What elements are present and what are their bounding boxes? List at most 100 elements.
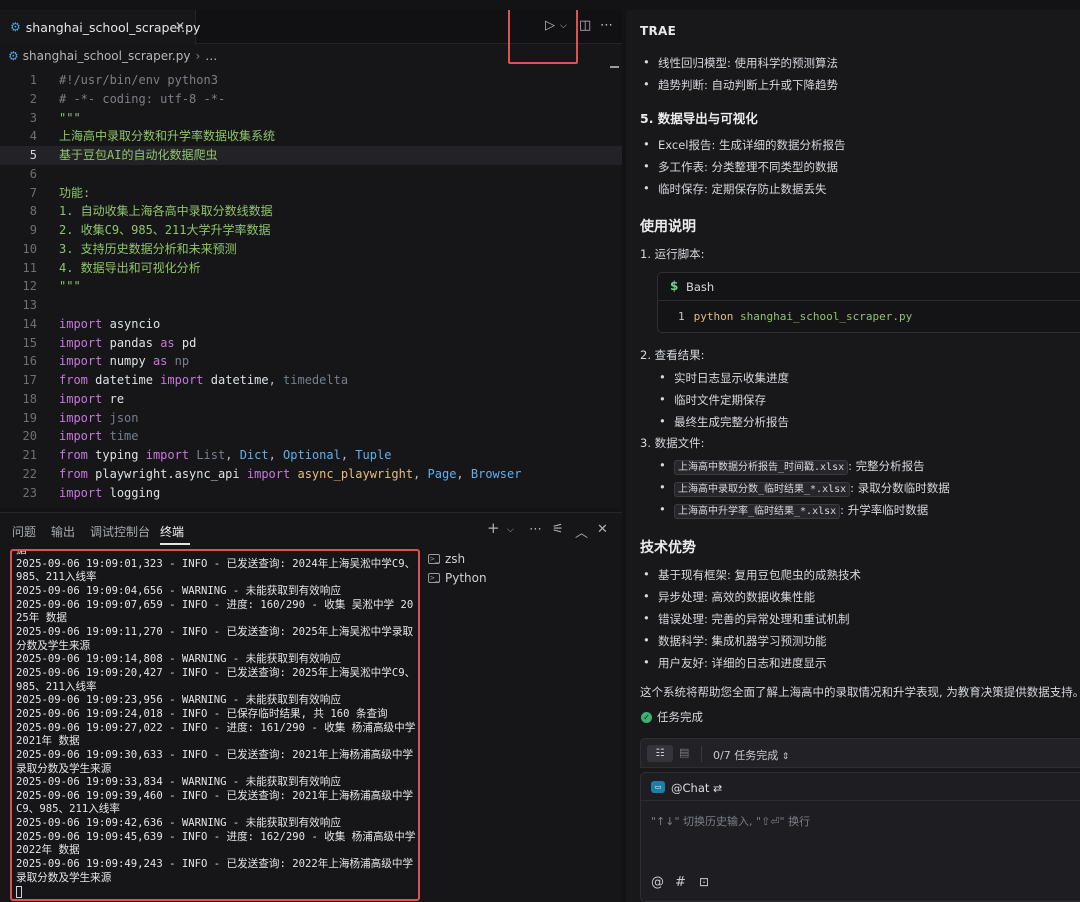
code-line[interactable]: 23 import logging — [0, 484, 622, 503]
chevron-down-icon[interactable]: ⌵ — [507, 525, 514, 535]
breadcrumb-file[interactable]: shanghai_school_scraper.py — [23, 49, 191, 63]
document-icon[interactable]: ▤ — [679, 746, 689, 759]
tab-terminal[interactable]: 终端 — [160, 523, 184, 540]
terminal-cursor — [16, 886, 22, 898]
python-file-icon: ⚙ — [10, 20, 21, 34]
log-line: 2025-09-06 19:09:20,427 - INFO - 已发送查询: … — [16, 666, 416, 693]
log-line: 2025-09-06 19:09:11,270 - INFO - 已发送查询: … — [16, 625, 414, 652]
code-text: import numpy as np — [59, 354, 190, 369]
divider — [701, 746, 702, 762]
code-text: 4. 数据导出和可视化分析 — [59, 260, 201, 275]
bullet-item: 多工作表: 分类整理不同类型的数据 — [643, 159, 838, 175]
breadcrumb-more[interactable]: … — [205, 49, 217, 63]
line-number: 22 — [22, 466, 37, 481]
tab-problems[interactable]: 问题 — [12, 523, 36, 540]
code-line[interactable]: 3 """ — [0, 109, 622, 128]
section-heading: 5. 数据导出与可视化 — [640, 111, 758, 126]
terminal-item-label: Python — [445, 570, 487, 585]
code-line[interactable]: 2 # -*- coding: utf-8 -*- — [0, 90, 622, 109]
chat-input-box[interactable]: ▭ @Chat ⇄ "↑↓" 切换历史输入, "⇧⏎" 换行 @ # ⊡ — [640, 772, 1080, 902]
terminal-icon: >_ — [428, 572, 440, 583]
code-block-language: Bash — [686, 280, 715, 294]
code-line[interactable]: 9 2. 收集C9、985、211大学升学率数据 — [0, 221, 622, 240]
terminal-icon: >_ — [428, 553, 440, 564]
line-number: 13 — [22, 298, 37, 312]
chat-mention[interactable]: @Chat ⇄ — [671, 781, 722, 795]
file-name-pill: 上海高中数据分析报告_时间戳.xlsx — [674, 460, 849, 475]
split-editor-icon[interactable]: ◫ — [579, 18, 591, 33]
section-heading: 技术优势 — [640, 540, 696, 556]
more-actions-icon[interactable]: ⋯ — [529, 522, 542, 537]
terminal-output[interactable]: 据 2025-09-06 19:09:01,323 - INFO - 已发送查询:… — [10, 549, 420, 901]
more-actions-icon[interactable]: ⋯ — [600, 18, 613, 33]
task-progress-toggle[interactable]: 0/7 任务完成 ⇕ — [713, 747, 789, 763]
run-button-highlight — [508, 10, 578, 64]
log-line: 2025-09-06 19:09:04,656 - WARNING - 未能获取… — [16, 584, 341, 597]
code-line[interactable]: 11 4. 数据导出和可视化分析 — [0, 259, 622, 278]
bullet-item: Excel报告: 生成详细的数据分析报告 — [643, 137, 845, 153]
code-line[interactable]: 8 1. 自动收集上海各高中录取分数线数据 — [0, 202, 622, 221]
code-line[interactable]: 19 import json — [0, 409, 622, 428]
code-text: 功能: — [59, 185, 91, 200]
maximize-panel-icon[interactable]: ︿ — [575, 522, 588, 541]
bullet-item: 临时文件定期保存 — [659, 392, 766, 408]
code-line[interactable]: 15 import pandas as pd — [0, 334, 622, 353]
terminal-item-zsh[interactable]: >_ zsh — [428, 549, 487, 568]
code-line[interactable]: 1 #!/usr/bin/env python3 — [0, 71, 622, 90]
code-area[interactable]: 1 #!/usr/bin/env python3 2 # -*- coding: ut… — [0, 71, 622, 502]
terminal-item-python[interactable]: >_ Python — [428, 568, 487, 587]
image-icon[interactable]: ⊡ — [699, 875, 709, 889]
code-line[interactable]: 17 from datetime import datetime, timedel… — [0, 371, 622, 390]
log-line: 2025-09-06 19:09:30,633 - INFO - 已发送查询: … — [16, 748, 414, 775]
code-text: 2. 收集C9、985、211大学升学率数据 — [59, 223, 271, 237]
code-line[interactable]: 22 from playwright.async_api import async… — [0, 465, 622, 484]
at-mention-icon[interactable]: @ — [651, 875, 664, 890]
code-line[interactable]: 16 import numpy as np — [0, 352, 622, 371]
minimap-marker — [610, 66, 619, 68]
log-line: 2025-09-06 19:09:33,834 - WARNING - 未能获取… — [16, 776, 341, 789]
panel-tabs: 问题 输出 调试控制台 终端 + ⌵ ⋯ ⚟ ︿ ✕ — [0, 513, 622, 547]
close-icon[interactable]: ✕ — [175, 19, 185, 33]
bullet-item: 基于现有框架: 复用豆包爬虫的成熟技术 — [643, 567, 861, 583]
code-line[interactable]: 14 import asyncio — [0, 315, 622, 334]
task-done-status: ✓ 任务完成 — [641, 709, 703, 725]
code-line[interactable]: 6 — [0, 165, 622, 184]
code-line[interactable]: 21 from typing import List, Dict, Optiona… — [0, 446, 622, 465]
expand-icon: ⇕ — [781, 752, 790, 762]
switch-icon[interactable]: ⇄ — [713, 782, 722, 795]
editor-tab[interactable]: ⚙ shanghai_school_scraper.py ✕ — [0, 10, 200, 44]
line-number: 12 — [22, 279, 37, 294]
tab-debug-console[interactable]: 调试控制台 — [90, 523, 150, 540]
code-text: import json — [59, 410, 139, 425]
close-panel-icon[interactable]: ✕ — [597, 522, 608, 537]
code-line[interactable]: 20 import time — [0, 427, 622, 446]
hashtag-icon[interactable]: # — [675, 875, 686, 890]
code-text: from playwright.async_api import async_p… — [59, 466, 522, 481]
code-line[interactable]: 13 — [0, 296, 622, 315]
code-block-header: $ Bash — [658, 273, 1080, 301]
bullet-item: 趋势判断: 自动判断上升或下降趋势 — [643, 77, 838, 93]
line-number: 14 — [22, 316, 37, 331]
code-line[interactable]: 4 上海高中录取分数和升学率数据收集系统 — [0, 127, 622, 146]
terminal-dollar-icon: $ — [670, 279, 679, 293]
chat-input-placeholder[interactable]: "↑↓" 切换历史输入, "⇧⏎" 换行 — [651, 813, 810, 829]
code-text: """ — [59, 279, 81, 294]
code-text: import asyncio — [59, 316, 161, 331]
code-text: """ — [59, 110, 81, 125]
file-name-pill: 上海高中升学率_临时结果_*.xlsx — [674, 504, 841, 519]
code-line[interactable]: 12 """ — [0, 277, 622, 296]
code-line[interactable]: 10 3. 支持历史数据分析和未来预测 — [0, 240, 622, 259]
code-line[interactable]: 7 功能: — [0, 184, 622, 203]
code-line[interactable]: 5 基于豆包AI的自动化数据爬虫 — [0, 146, 622, 165]
code-text: import logging — [59, 485, 161, 500]
new-terminal-icon[interactable]: + — [487, 519, 500, 537]
tab-output[interactable]: 输出 — [51, 523, 75, 540]
line-number: 8 — [29, 204, 37, 219]
task-list-icon[interactable]: ☷ — [647, 745, 673, 762]
bullet-item: 异步处理: 高效的数据收集性能 — [643, 589, 815, 605]
code-line[interactable]: 18 import re — [0, 390, 622, 409]
section-heading: 使用说明 — [640, 219, 696, 235]
log-line: 2025-09-06 19:09:24,018 - INFO - 已保存临时结果… — [16, 707, 388, 720]
settings-sliders-icon[interactable]: ⚟ — [552, 522, 564, 537]
code-editor: ⚙ shanghai_school_scraper.py ✕ ▷ ⌵ ◫ ⋯ ⚙… — [0, 10, 622, 508]
